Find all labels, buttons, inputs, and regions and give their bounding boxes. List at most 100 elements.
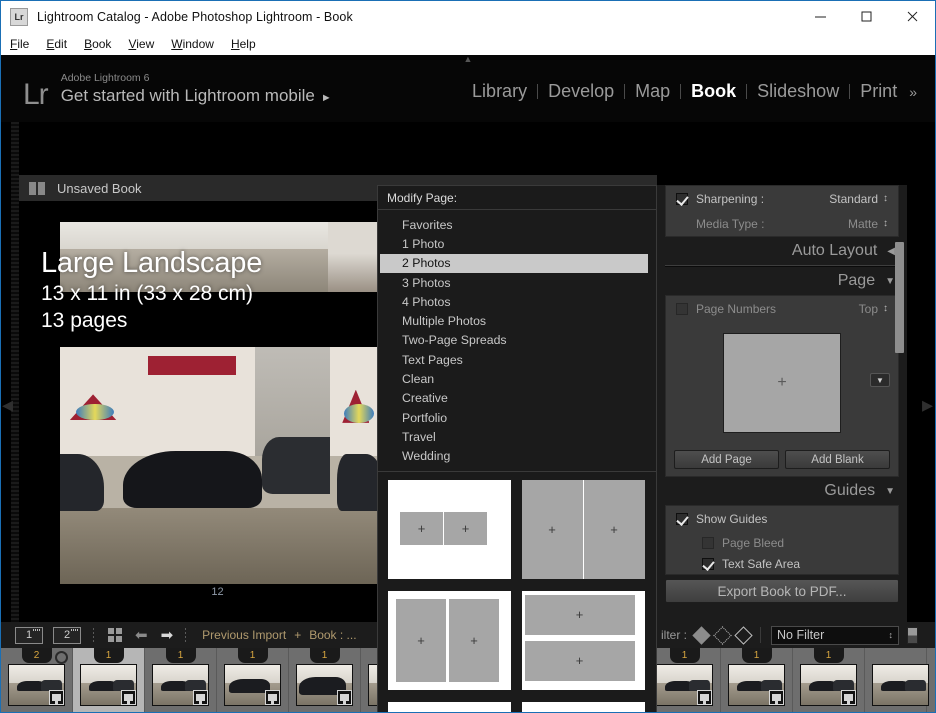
filmstrip-page-2-button[interactable]: 2 bbox=[53, 626, 81, 644]
add-page-button[interactable]: Add Page bbox=[674, 450, 779, 469]
modify-page-dropdown[interactable]: Modify Page: Favorites 1 Photo 2 Photos … bbox=[377, 185, 657, 712]
dropdown-item-creative[interactable]: Creative bbox=[378, 389, 656, 408]
text-safe-area-checkbox[interactable] bbox=[702, 558, 714, 570]
filmstrip-thumb[interactable]: 1 bbox=[73, 648, 145, 712]
top-panel-handle[interactable]: ▲ bbox=[451, 55, 485, 64]
filmstrip-thumb[interactable]: 2 bbox=[1, 648, 73, 712]
flag-rejected-icon[interactable] bbox=[734, 625, 753, 645]
add-blank-button[interactable]: Add Blank bbox=[785, 450, 890, 469]
page-bleed-checkbox[interactable] bbox=[702, 536, 714, 549]
auto-layout-title: Auto Layout bbox=[791, 242, 878, 259]
dropdown-item-wedding[interactable]: Wedding bbox=[378, 447, 656, 466]
layout-thumbnail[interactable]: + + bbox=[521, 701, 645, 712]
filmstrip-thumb[interactable]: 1 bbox=[649, 648, 721, 712]
filmstrip-page-1-button[interactable]: 1 bbox=[15, 626, 43, 644]
filmstrip-thumb[interactable]: 1 bbox=[217, 648, 289, 712]
chevron-down-icon[interactable]: ▼ bbox=[885, 276, 895, 287]
right-panel-scrollbar[interactable] bbox=[895, 242, 904, 353]
layout-thumbnail[interactable]: + + bbox=[388, 479, 511, 579]
page-layout-preview[interactable]: + ▼ bbox=[666, 321, 898, 445]
sharpening-value[interactable]: Standard bbox=[829, 192, 878, 206]
page-numbers-checkbox[interactable] bbox=[676, 302, 688, 315]
filter-stepper-icon[interactable]: ↕ bbox=[889, 630, 894, 640]
chevron-left-icon[interactable]: ◀ bbox=[887, 246, 895, 257]
dropdown-item-portfolio[interactable]: Portfolio bbox=[378, 408, 656, 427]
dropdown-item-travel[interactable]: Travel bbox=[378, 427, 656, 446]
menu-help[interactable]: Help bbox=[231, 37, 256, 51]
media-type-value[interactable]: Matte bbox=[848, 217, 878, 231]
page-section-header[interactable]: Page ▼ bbox=[665, 267, 899, 295]
menu-window[interactable]: Window bbox=[171, 37, 214, 51]
sharpening-checkbox[interactable] bbox=[676, 192, 688, 205]
layout-thumbnail[interactable]: + + bbox=[521, 590, 645, 690]
page-layout-placeholder[interactable]: + bbox=[723, 333, 841, 433]
source-previous-import[interactable]: Previous Import bbox=[202, 628, 286, 642]
module-develop[interactable]: Develop bbox=[538, 81, 624, 102]
filmstrip-thumb[interactable]: 1 bbox=[721, 648, 793, 712]
dropdown-item-multiple-photos[interactable]: Multiple Photos bbox=[378, 311, 656, 330]
filmstrip-thumb[interactable] bbox=[865, 648, 929, 712]
filmstrip-thumb[interactable]: 1 bbox=[793, 648, 865, 712]
promo-link[interactable]: Get started with Lightroom mobile ► bbox=[61, 85, 332, 109]
filmstrip-thumb[interactable]: 1 bbox=[289, 648, 361, 712]
module-slideshow[interactable]: Slideshow bbox=[747, 81, 849, 102]
flag-flagged-icon[interactable] bbox=[692, 625, 711, 645]
dropdown-item-3-photos[interactable]: 3 Photos bbox=[378, 273, 656, 292]
menu-edit[interactable]: Edit bbox=[46, 37, 67, 51]
layout-thumbnail[interactable]: + + bbox=[521, 479, 645, 579]
dropdown-item-2-photos[interactable]: 2 Photos bbox=[380, 253, 648, 273]
sharpening-row[interactable]: Sharpening : Standard ↕ bbox=[666, 186, 898, 211]
dropdown-item-two-page-spreads[interactable]: Two-Page Spreads bbox=[378, 331, 656, 350]
guides-section-header[interactable]: Guides ▼ bbox=[665, 477, 899, 505]
sharpening-label: Sharpening : bbox=[696, 191, 765, 206]
dropdown-item-text-pages[interactable]: Text Pages bbox=[378, 350, 656, 369]
modify-page-list: Favorites 1 Photo 2 Photos 3 Photos 4 Ph… bbox=[378, 210, 656, 466]
right-panel-reveal-arrow[interactable]: ▸ bbox=[922, 392, 934, 418]
thumb-page-icon bbox=[337, 690, 352, 705]
export-book-to-pdf-button[interactable]: Export Book to PDF... bbox=[665, 579, 899, 603]
dropdown-item-favorites[interactable]: Favorites bbox=[378, 215, 656, 234]
page-photo[interactable] bbox=[60, 347, 375, 584]
text-safe-area-label: Text Safe Area bbox=[722, 557, 801, 571]
maximize-button[interactable] bbox=[843, 1, 889, 32]
text-safe-area-row[interactable]: Text Safe Area bbox=[666, 554, 898, 574]
navigate-back-icon[interactable]: ⬅ bbox=[135, 626, 148, 644]
source-book[interactable]: Book : ... bbox=[309, 628, 356, 642]
module-print[interactable]: Print bbox=[850, 81, 907, 102]
identity-plate[interactable]: Lr Adobe Lightroom 6 Get started with Li… bbox=[23, 72, 332, 110]
left-panel-reveal-arrow[interactable]: ◂ bbox=[2, 392, 14, 418]
menu-view[interactable]: View bbox=[128, 37, 154, 51]
module-book[interactable]: Book bbox=[681, 81, 746, 102]
page-numbers-value[interactable]: Top bbox=[859, 302, 878, 316]
page-numbers-stepper-icon[interactable]: ↕ bbox=[883, 303, 888, 314]
media-type-stepper-icon[interactable]: ↕ bbox=[883, 218, 888, 229]
show-guides-row[interactable]: Show Guides bbox=[666, 506, 898, 531]
filmstrip-thumb[interactable]: 1 bbox=[145, 648, 217, 712]
page-bleed-row[interactable]: Page Bleed bbox=[666, 531, 898, 554]
module-map[interactable]: Map bbox=[625, 81, 680, 102]
close-button[interactable] bbox=[889, 1, 935, 32]
filter-label: ilter : bbox=[661, 628, 688, 642]
menu-file[interactable]: File bbox=[10, 37, 29, 51]
minimize-button[interactable] bbox=[797, 1, 843, 32]
module-overflow-icon[interactable]: » bbox=[909, 84, 917, 100]
grid-view-icon[interactable] bbox=[108, 628, 122, 642]
flag-unflagged-icon[interactable] bbox=[713, 625, 732, 645]
filter-toggle-switch[interactable] bbox=[907, 626, 919, 644]
dropdown-item-1-photo[interactable]: 1 Photo bbox=[378, 234, 656, 253]
dropdown-item-clean[interactable]: Clean bbox=[378, 369, 656, 388]
show-guides-checkbox[interactable] bbox=[676, 512, 688, 525]
media-type-row[interactable]: Media Type : Matte ↕ bbox=[666, 211, 898, 236]
dropdown-item-4-photos[interactable]: 4 Photos bbox=[378, 292, 656, 311]
chevron-down-icon[interactable]: ▼ bbox=[885, 486, 895, 497]
sharpening-stepper-icon[interactable]: ↕ bbox=[883, 193, 888, 204]
filter-select[interactable]: No Filter ↕ bbox=[771, 625, 900, 645]
menu-book[interactable]: Book bbox=[84, 37, 111, 51]
page-numbers-row[interactable]: Page Numbers Top ↕ bbox=[666, 296, 898, 321]
navigate-forward-icon[interactable]: ➡ bbox=[161, 626, 174, 644]
module-library[interactable]: Library bbox=[462, 81, 537, 102]
layout-thumbnail[interactable]: + + bbox=[388, 590, 511, 690]
auto-layout-section-header[interactable]: Auto Layout ◀ bbox=[665, 237, 899, 265]
page-layout-menu-icon[interactable]: ▼ bbox=[870, 373, 890, 387]
layout-thumbnail[interactable]: + bbox=[388, 701, 511, 712]
